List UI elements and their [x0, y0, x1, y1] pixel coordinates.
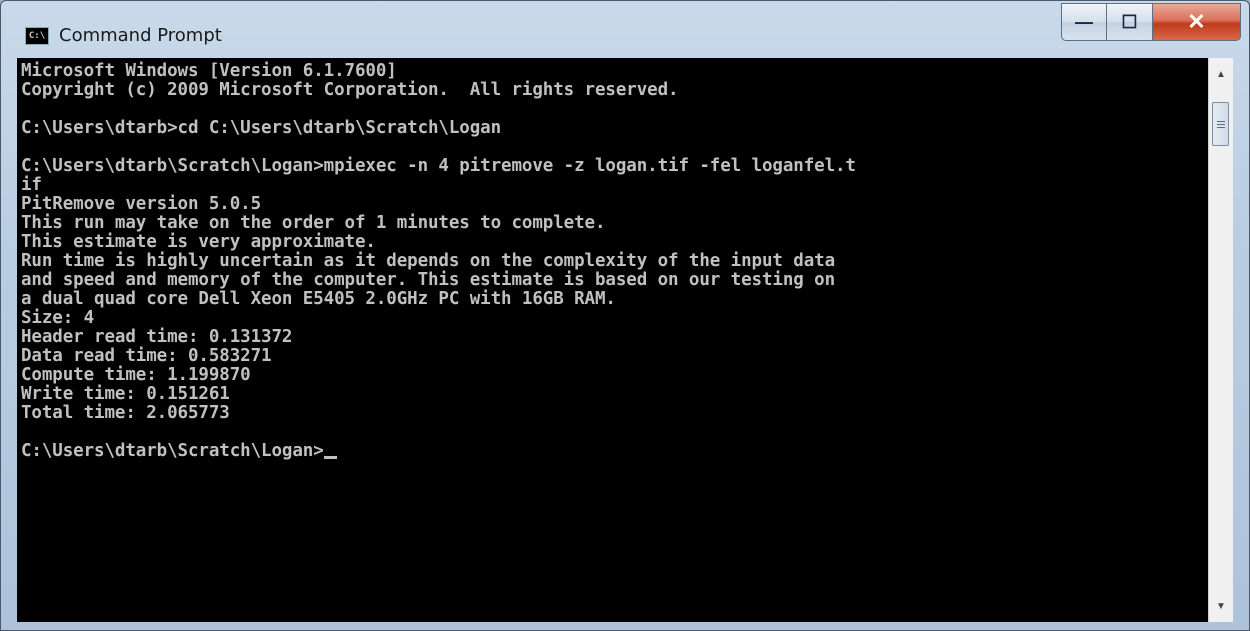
console-line: and speed and memory of the computer. Th…: [21, 270, 835, 290]
title-bar[interactable]: C:\ Command Prompt — ☐ ✕: [1, 1, 1249, 58]
console-line: Microsoft Windows [Version 6.1.7600]: [21, 61, 397, 81]
console-prompt: C:\Users\dtarb\Scratch\Logan>: [21, 441, 324, 461]
console-line: Run time is highly uncertain as it depen…: [21, 251, 835, 271]
console-line: Data read time: 0.583271: [21, 346, 272, 366]
thumb-grip-line: [1217, 127, 1225, 128]
command-prompt-window: C:\ Command Prompt — ☐ ✕ Microsoft Windo…: [0, 0, 1250, 631]
console-prompt-line[interactable]: C:\Users\dtarb\Scratch\Logan>: [21, 442, 856, 461]
maximize-button[interactable]: ☐: [1107, 3, 1153, 41]
console-line: PitRemove version 5.0.5: [21, 194, 262, 214]
console-line: Total time: 2.065773: [21, 403, 230, 423]
caption-buttons: — ☐ ✕: [1061, 3, 1241, 43]
thumb-grip-line: [1217, 124, 1225, 125]
console-line: Compute time: 1.199870: [21, 365, 251, 385]
console-output[interactable]: Microsoft Windows [Version 6.1.7600] Cop…: [17, 58, 1208, 622]
console-line: a dual quad core Dell Xeon E5405 2.0GHz …: [21, 289, 616, 309]
close-icon: ✕: [1187, 9, 1206, 34]
window-title: Command Prompt: [59, 25, 222, 46]
console-app-icon[interactable]: C:\: [25, 27, 49, 45]
console-line: Size: 4: [21, 308, 95, 328]
console-line: C:\Users\dtarb\Scratch\Logan>mpiexec -n …: [21, 156, 856, 176]
console-line: This estimate is very approximate.: [21, 232, 376, 252]
scroll-down-icon[interactable]: ▼: [1209, 596, 1233, 618]
console-line: Write time: 0.151261: [21, 384, 230, 404]
maximize-icon: ☐: [1121, 11, 1138, 32]
console-line: This run may take on the order of 1 minu…: [21, 213, 606, 233]
console-line: if: [21, 175, 42, 195]
minimize-icon: —: [1075, 11, 1093, 32]
thumb-grip-line: [1217, 121, 1225, 122]
close-button[interactable]: ✕: [1153, 3, 1241, 41]
minimize-button[interactable]: —: [1061, 3, 1107, 41]
console-lines: Microsoft Windows [Version 6.1.7600] Cop…: [21, 62, 856, 461]
console-line: Copyright (c) 2009 Microsoft Corporation…: [21, 80, 679, 100]
text-cursor: [323, 456, 337, 459]
vertical-scrollbar[interactable]: ▲ ▼: [1208, 58, 1233, 622]
scroll-up-icon[interactable]: ▲: [1209, 64, 1233, 86]
scroll-thumb[interactable]: [1212, 102, 1229, 146]
console-line: Header read time: 0.131372: [21, 327, 293, 347]
console-line: C:\Users\dtarb>cd C:\Users\dtarb\Scratch…: [21, 118, 502, 138]
